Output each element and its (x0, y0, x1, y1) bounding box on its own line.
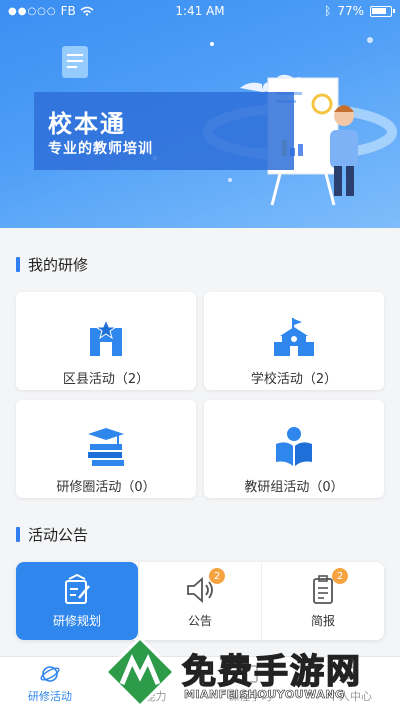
reading-person-icon (276, 427, 312, 466)
card-district-activity[interactable]: 区县活动（2） (16, 292, 196, 390)
section-title: 我的研修 (28, 256, 89, 274)
briefing-badge: 2 (332, 568, 348, 584)
nav-training-activity[interactable]: 研修活动 (0, 657, 100, 710)
school-icon (274, 318, 314, 356)
district-icon (90, 318, 122, 356)
banner-subtitle: 专业的教师培训 (48, 141, 153, 157)
card-label: 学校活动（2） (250, 372, 338, 387)
book-stack-icon (88, 428, 124, 466)
status-bar: ●●○○○ FB 1:41 AM ᛒ 77% (0, 0, 400, 22)
watermark-subtext: MIANFEISHOUYOUWANG (184, 688, 345, 702)
card-teaching-group-activity[interactable]: 教研组活动（0） (204, 400, 384, 498)
card-label: 教研组活动（0） (244, 480, 344, 495)
bluetooth-icon: ᛒ (324, 4, 332, 18)
battery-icon (370, 5, 395, 17)
watermark-logo-icon (104, 636, 176, 708)
banner: 校本通 专业的教师培训 ●●○○○ FB 1:41 AM ᛒ 77% (0, 0, 400, 228)
battery-percent: 77% (337, 4, 364, 18)
notice-badge: 2 (209, 568, 225, 584)
planet-icon (40, 666, 60, 682)
section-accent-bar (16, 527, 20, 542)
section-announcements: 活动公告 (16, 524, 88, 545)
card-label: 研修圈活动（0） (56, 480, 156, 495)
watermark: 免费手游网 MIANFEISHOUYOUWANG (92, 626, 392, 710)
card-label: 区县活动（2） (62, 372, 150, 387)
watermark-text: 免费手游网 (181, 651, 362, 693)
card-study-circle-activity[interactable]: 研修圈活动（0） (16, 400, 196, 498)
nav-label: 研修活动 (28, 690, 72, 703)
section-accent-bar (16, 257, 20, 272)
card-school-activity[interactable]: 学校活动（2） (204, 292, 384, 390)
banner-title: 校本通 (48, 110, 126, 138)
section-title: 活动公告 (28, 526, 89, 544)
plan-edit-icon (65, 573, 90, 604)
section-my-training: 我的研修 (16, 254, 88, 275)
